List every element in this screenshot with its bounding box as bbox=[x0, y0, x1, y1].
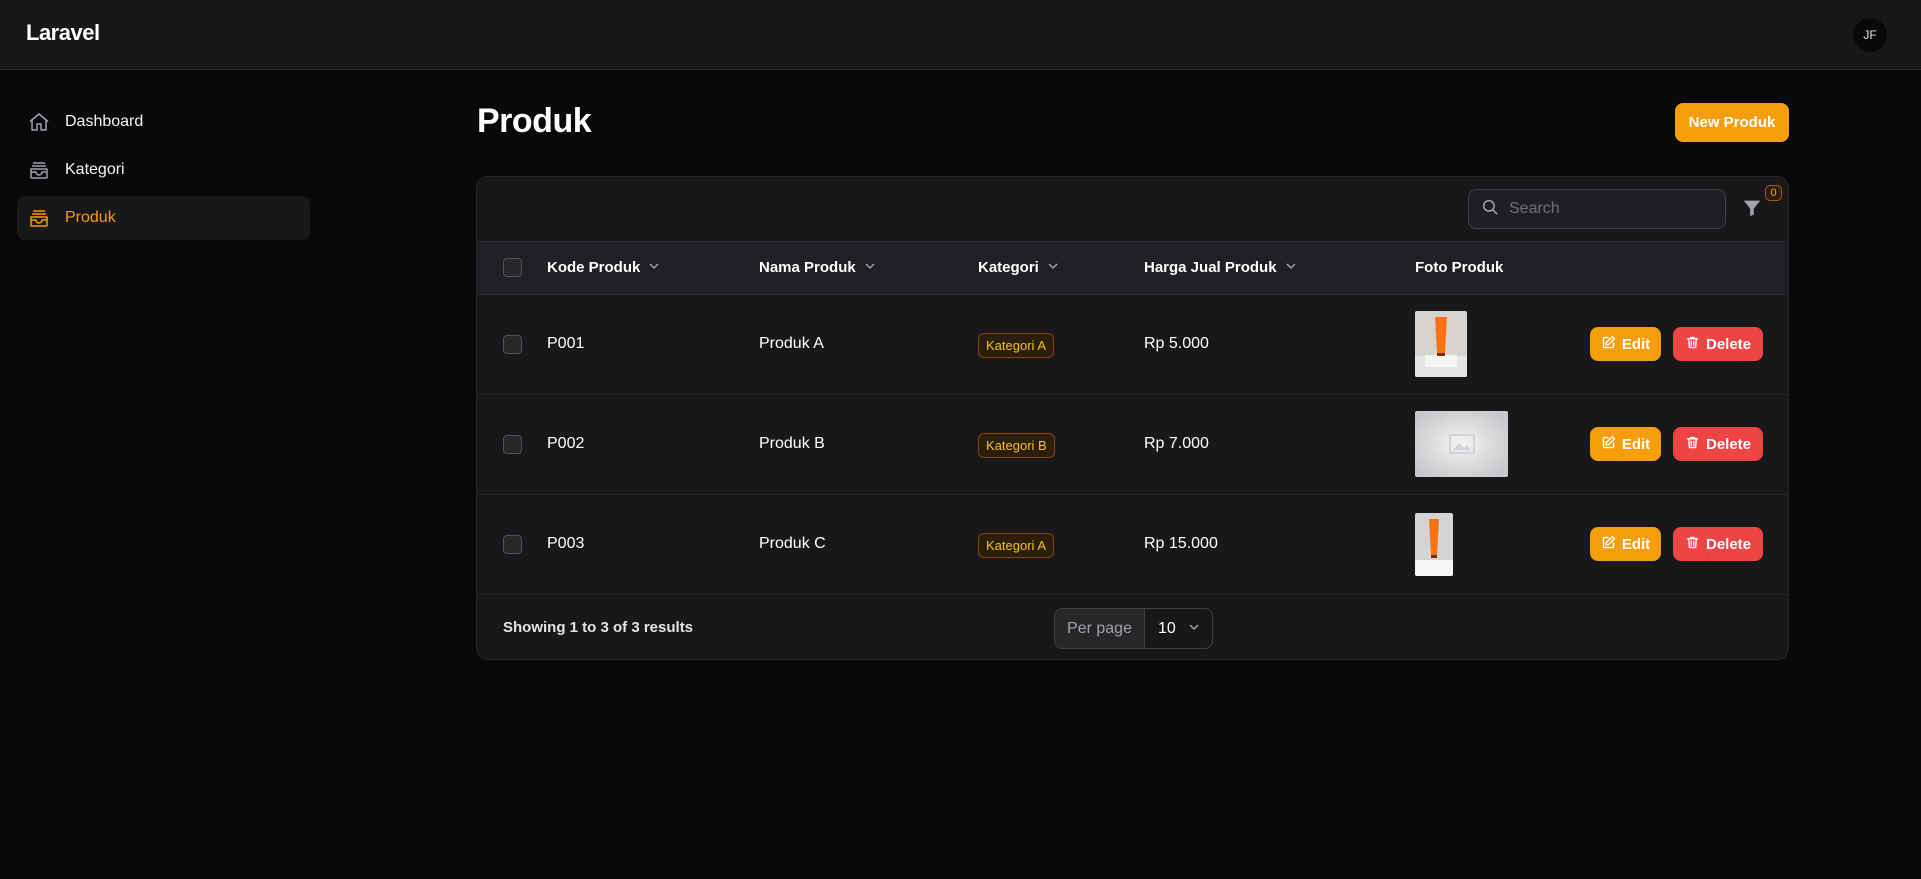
sidebar-item-label: Kategori bbox=[65, 161, 125, 178]
delete-button[interactable]: Delete bbox=[1673, 527, 1763, 561]
edit-button[interactable]: Edit bbox=[1590, 427, 1661, 461]
harga-cell: Rp 7.000 bbox=[1144, 435, 1209, 452]
product-photo[interactable] bbox=[1415, 411, 1508, 477]
select-all-checkbox[interactable] bbox=[503, 258, 522, 277]
kode-produk-cell: P001 bbox=[547, 335, 585, 352]
harga-cell: Rp 15.000 bbox=[1144, 535, 1218, 552]
sidebar-item-kategori[interactable]: Kategori bbox=[17, 148, 310, 192]
table-row[interactable]: P001 Produk A Kategori A Rp 5.000 Edit D… bbox=[477, 295, 1788, 395]
kategori-badge: Kategori A bbox=[978, 333, 1054, 358]
table-header: Kode Produk Nama Produk Kategori Harga J… bbox=[477, 242, 1788, 295]
product-photo[interactable] bbox=[1415, 513, 1453, 576]
chevron-down-icon bbox=[864, 259, 876, 276]
column-header-kategori[interactable]: Kategori bbox=[978, 259, 1059, 276]
sidebar-item-dashboard[interactable]: Dashboard bbox=[17, 100, 310, 144]
inbox-stack-icon bbox=[27, 206, 51, 230]
column-label: Foto Produk bbox=[1415, 259, 1504, 276]
sidebar: Dashboard Kategori Produk bbox=[17, 100, 310, 244]
kode-produk-cell: P002 bbox=[547, 435, 585, 452]
delete-label: Delete bbox=[1705, 335, 1752, 353]
per-page-control: Per page 10 bbox=[1054, 608, 1213, 649]
nama-produk-cell: Produk A bbox=[759, 335, 824, 352]
delete-label: Delete bbox=[1705, 535, 1752, 553]
edit-label: Edit bbox=[1621, 435, 1651, 453]
row-checkbox[interactable] bbox=[503, 535, 522, 554]
chevron-down-icon bbox=[1188, 620, 1200, 638]
chevron-down-icon bbox=[648, 259, 660, 276]
top-bar: Laravel JF bbox=[0, 0, 1921, 70]
per-page-label: Per page bbox=[1055, 609, 1145, 648]
filter-count-badge: 0 bbox=[1765, 185, 1782, 201]
column-header-harga-jual-produk[interactable]: Harga Jual Produk bbox=[1144, 259, 1297, 276]
home-icon bbox=[27, 110, 51, 134]
page-title: Produk bbox=[477, 102, 592, 140]
trash-icon bbox=[1685, 435, 1700, 454]
column-header-foto-produk: Foto Produk bbox=[1415, 259, 1503, 276]
table-row[interactable]: P003 Produk C Kategori A Rp 15.000 Edit … bbox=[477, 495, 1788, 595]
column-header-kode-produk[interactable]: Kode Produk bbox=[547, 259, 660, 276]
edit-button[interactable]: Edit bbox=[1590, 327, 1661, 361]
column-label: Nama Produk bbox=[759, 259, 856, 276]
row-checkbox[interactable] bbox=[503, 335, 522, 354]
user-avatar[interactable]: JF bbox=[1853, 18, 1887, 52]
sidebar-item-label: Dashboard bbox=[65, 113, 144, 130]
delete-button[interactable]: Delete bbox=[1673, 427, 1763, 461]
pencil-square-icon bbox=[1601, 435, 1616, 454]
table-row[interactable]: P002 Produk B Kategori B Rp 7.000 Edit D… bbox=[477, 395, 1788, 495]
nama-produk-cell: Produk C bbox=[759, 535, 826, 552]
column-header-nama-produk[interactable]: Nama Produk bbox=[759, 259, 876, 276]
nama-produk-cell: Produk B bbox=[759, 435, 825, 452]
trash-icon bbox=[1685, 535, 1700, 554]
table-footer: Showing 1 to 3 of 3 results Per page 10 bbox=[477, 595, 1788, 659]
column-label: Kategori bbox=[978, 259, 1039, 276]
pencil-square-icon bbox=[1601, 335, 1616, 354]
brand-logo[interactable]: Laravel bbox=[26, 20, 100, 46]
new-produk-button[interactable]: New Produk bbox=[1675, 103, 1789, 142]
edit-label: Edit bbox=[1621, 335, 1651, 353]
column-label: Kode Produk bbox=[547, 259, 641, 276]
harga-cell: Rp 5.000 bbox=[1144, 335, 1209, 352]
product-photo[interactable] bbox=[1415, 311, 1467, 377]
row-checkbox[interactable] bbox=[503, 435, 522, 454]
inbox-stack-icon bbox=[27, 158, 51, 182]
pencil-square-icon bbox=[1601, 535, 1616, 554]
kategori-badge: Kategori B bbox=[978, 433, 1055, 458]
delete-button[interactable]: Delete bbox=[1673, 327, 1763, 361]
search-field[interactable] bbox=[1468, 189, 1726, 229]
per-page-value: 10 bbox=[1158, 619, 1176, 637]
kode-produk-cell: P003 bbox=[547, 535, 585, 552]
edit-button[interactable]: Edit bbox=[1590, 527, 1661, 561]
delete-label: Delete bbox=[1705, 435, 1752, 453]
search-input[interactable] bbox=[1509, 200, 1709, 218]
kategori-badge: Kategori A bbox=[978, 533, 1054, 558]
chevron-down-icon bbox=[1047, 259, 1059, 276]
sidebar-item-label: Produk bbox=[65, 209, 116, 226]
chevron-down-icon bbox=[1285, 259, 1297, 276]
funnel-icon[interactable] bbox=[1741, 197, 1765, 221]
trash-icon bbox=[1685, 335, 1700, 354]
produk-table-card: 0 Kode Produk Nama Produk Kategori Harga… bbox=[476, 176, 1789, 660]
sidebar-item-produk[interactable]: Produk bbox=[17, 196, 310, 240]
search-icon bbox=[1481, 198, 1499, 221]
column-label: Harga Jual Produk bbox=[1144, 259, 1277, 276]
table-toolbar: 0 bbox=[477, 177, 1788, 242]
pagination-summary: Showing 1 to 3 of 3 results bbox=[503, 619, 694, 636]
edit-label: Edit bbox=[1621, 535, 1651, 553]
per-page-select[interactable]: 10 bbox=[1145, 609, 1212, 648]
